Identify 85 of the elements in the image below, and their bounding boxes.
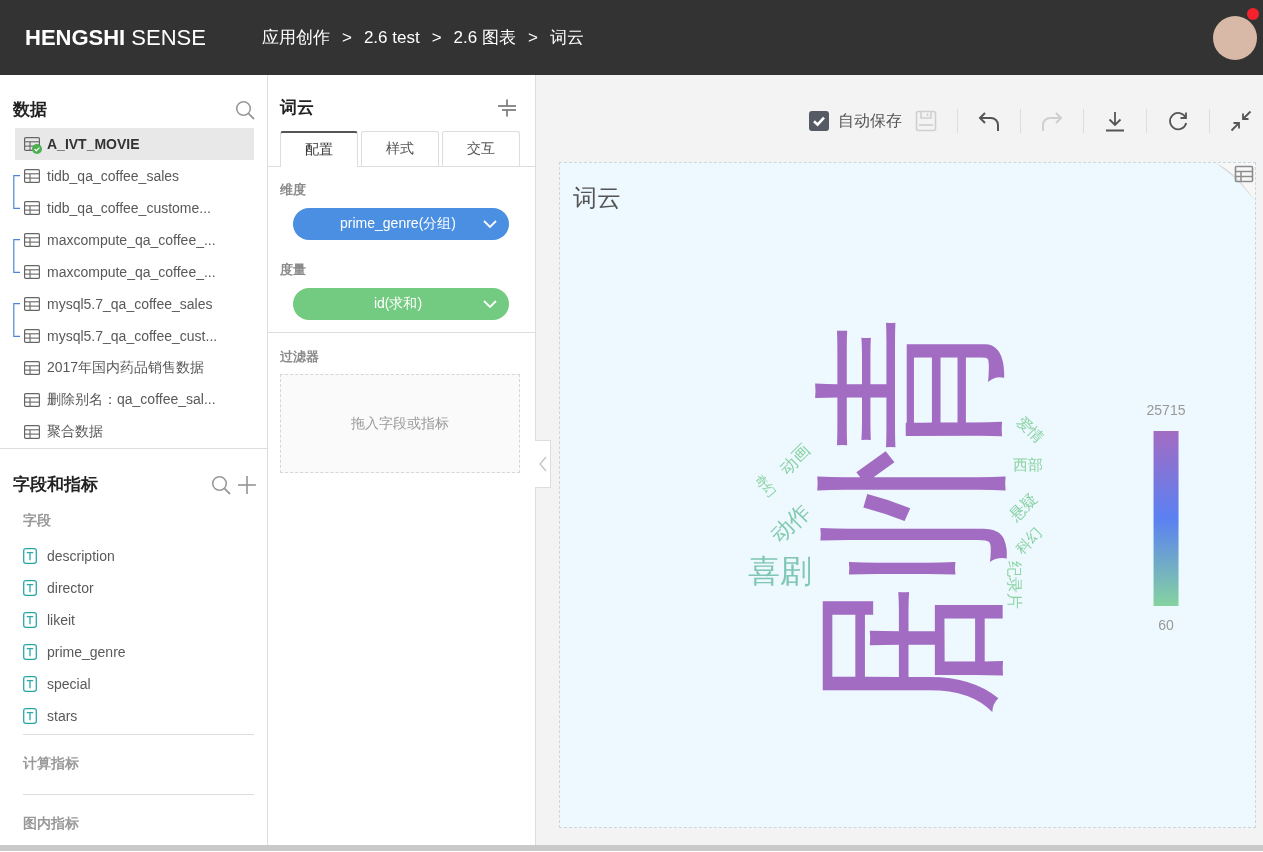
table-icon xyxy=(24,233,40,247)
collapse-arrows-icon[interactable] xyxy=(1230,110,1252,132)
collapse-panel-button[interactable] xyxy=(535,440,551,488)
dataset-item[interactable]: 聚合数据 xyxy=(15,416,254,448)
undo-arrow-icon[interactable] xyxy=(978,110,1000,132)
legend-min-label: 60 xyxy=(1158,616,1174,634)
cloud-word: 动画 xyxy=(778,442,814,478)
field-item[interactable]: special xyxy=(23,668,267,700)
table-icon xyxy=(24,169,40,183)
panel-title: 词云 xyxy=(280,98,314,118)
search-icon[interactable] xyxy=(235,100,255,120)
table-icon xyxy=(24,329,40,343)
breadcrumb-link[interactable]: 2.6 test xyxy=(363,27,420,48)
text-type-icon xyxy=(23,548,37,564)
table-icon xyxy=(24,201,40,215)
dataset-item[interactable]: A_IVT_MOVIE xyxy=(15,128,254,160)
dataset-item[interactable]: maxcompute_qa_coffee_... xyxy=(15,224,254,256)
group-label: 计算指标 xyxy=(23,754,80,773)
cloud-word: 奇幻 xyxy=(751,472,779,500)
join-bracket xyxy=(13,303,20,337)
text-type-icon xyxy=(23,676,37,692)
chevron-down-icon xyxy=(483,300,497,308)
dataset-item[interactable]: 删除别名：qa_coffee_sal... xyxy=(15,384,254,416)
section-title: 数据 xyxy=(13,100,47,120)
circular-arrow-icon[interactable] xyxy=(1167,110,1189,132)
breadcrumb-link[interactable]: 词云 xyxy=(549,26,584,49)
download-arrow-icon[interactable] xyxy=(1104,110,1126,132)
shelf-label: 度量 xyxy=(280,261,307,279)
field-item[interactable]: stars xyxy=(23,700,267,732)
chevron-left-icon xyxy=(538,456,547,472)
plus-icon[interactable] xyxy=(237,475,257,495)
dataset-item[interactable]: tidb_qa_coffee_sales xyxy=(15,160,254,192)
text-type-icon xyxy=(23,708,37,724)
text-type-icon xyxy=(23,644,37,660)
cloud-word: 剧情 xyxy=(815,316,1005,716)
app-logo[interactable]: HENGSHI SENSE xyxy=(25,24,206,51)
text-type-icon xyxy=(23,612,37,628)
table-icon xyxy=(24,393,40,407)
shelf-label: 维度 xyxy=(280,181,307,199)
dataset-item[interactable]: maxcompute_qa_coffee_... xyxy=(15,256,254,288)
breadcrumb-separator: > xyxy=(341,27,352,48)
cloud-word: 喜剧 xyxy=(748,555,812,587)
breadcrumb-separator: > xyxy=(431,27,442,48)
dataset-item[interactable]: tidb_qa_coffee_custome... xyxy=(15,192,254,224)
breadcrumb-link[interactable]: 应用创作 xyxy=(261,26,330,49)
search-icon[interactable] xyxy=(211,475,231,495)
chart-title: 词云 xyxy=(573,183,621,213)
breadcrumb-separator: > xyxy=(527,27,538,48)
breadcrumb-link[interactable]: 2.6 图表 xyxy=(453,26,516,49)
tab[interactable]: 交互 xyxy=(442,131,520,166)
table-icon xyxy=(24,297,40,311)
join-bracket xyxy=(13,239,20,273)
dataset-item[interactable]: 2017年国内药品销售数据 xyxy=(15,352,254,384)
table-icon xyxy=(24,265,40,279)
table-icon xyxy=(24,137,40,151)
user-avatar[interactable] xyxy=(1213,15,1257,60)
legend-max-label: 25715 xyxy=(1146,401,1186,419)
autosave-checkbox[interactable] xyxy=(809,111,829,131)
dataset-item[interactable]: mysql5.7_qa_coffee_sales xyxy=(15,288,254,320)
table-icon xyxy=(24,361,40,375)
table-view-corner-icon[interactable] xyxy=(1215,163,1255,201)
group-label: 图内指标 xyxy=(23,814,80,833)
split-lines-icon[interactable] xyxy=(497,98,517,118)
shelf-label: 过滤器 xyxy=(280,348,320,366)
cloud-word: 悬疑 xyxy=(1006,490,1040,524)
table-icon xyxy=(24,425,40,439)
field-item[interactable]: director xyxy=(23,572,267,604)
tab[interactable]: 样式 xyxy=(361,131,439,166)
group-label: 字段 xyxy=(23,511,52,530)
field-item[interactable]: likeit xyxy=(23,604,267,636)
cloud-word: 西部 xyxy=(1013,457,1043,473)
join-bracket xyxy=(13,175,20,209)
field-item[interactable]: prime_genre xyxy=(23,636,267,668)
cloud-word: 动作 xyxy=(768,501,814,547)
autosave-label[interactable]: 自动保存 xyxy=(838,110,902,132)
section-title: 字段和指标 xyxy=(13,475,98,495)
cloud-word: 科幻 xyxy=(1013,525,1045,557)
cloud-word: 爱情 xyxy=(1014,414,1046,446)
chevron-down-icon xyxy=(483,220,497,228)
tab[interactable]: 配置 xyxy=(280,131,358,167)
horizontal-scrollbar[interactable] xyxy=(0,845,1263,851)
text-type-icon xyxy=(23,580,37,596)
field-item[interactable]: description xyxy=(23,540,267,572)
dataset-item[interactable]: mysql5.7_qa_coffee_cust... xyxy=(15,320,254,352)
cloud-word: 纪录片 xyxy=(1006,561,1022,609)
